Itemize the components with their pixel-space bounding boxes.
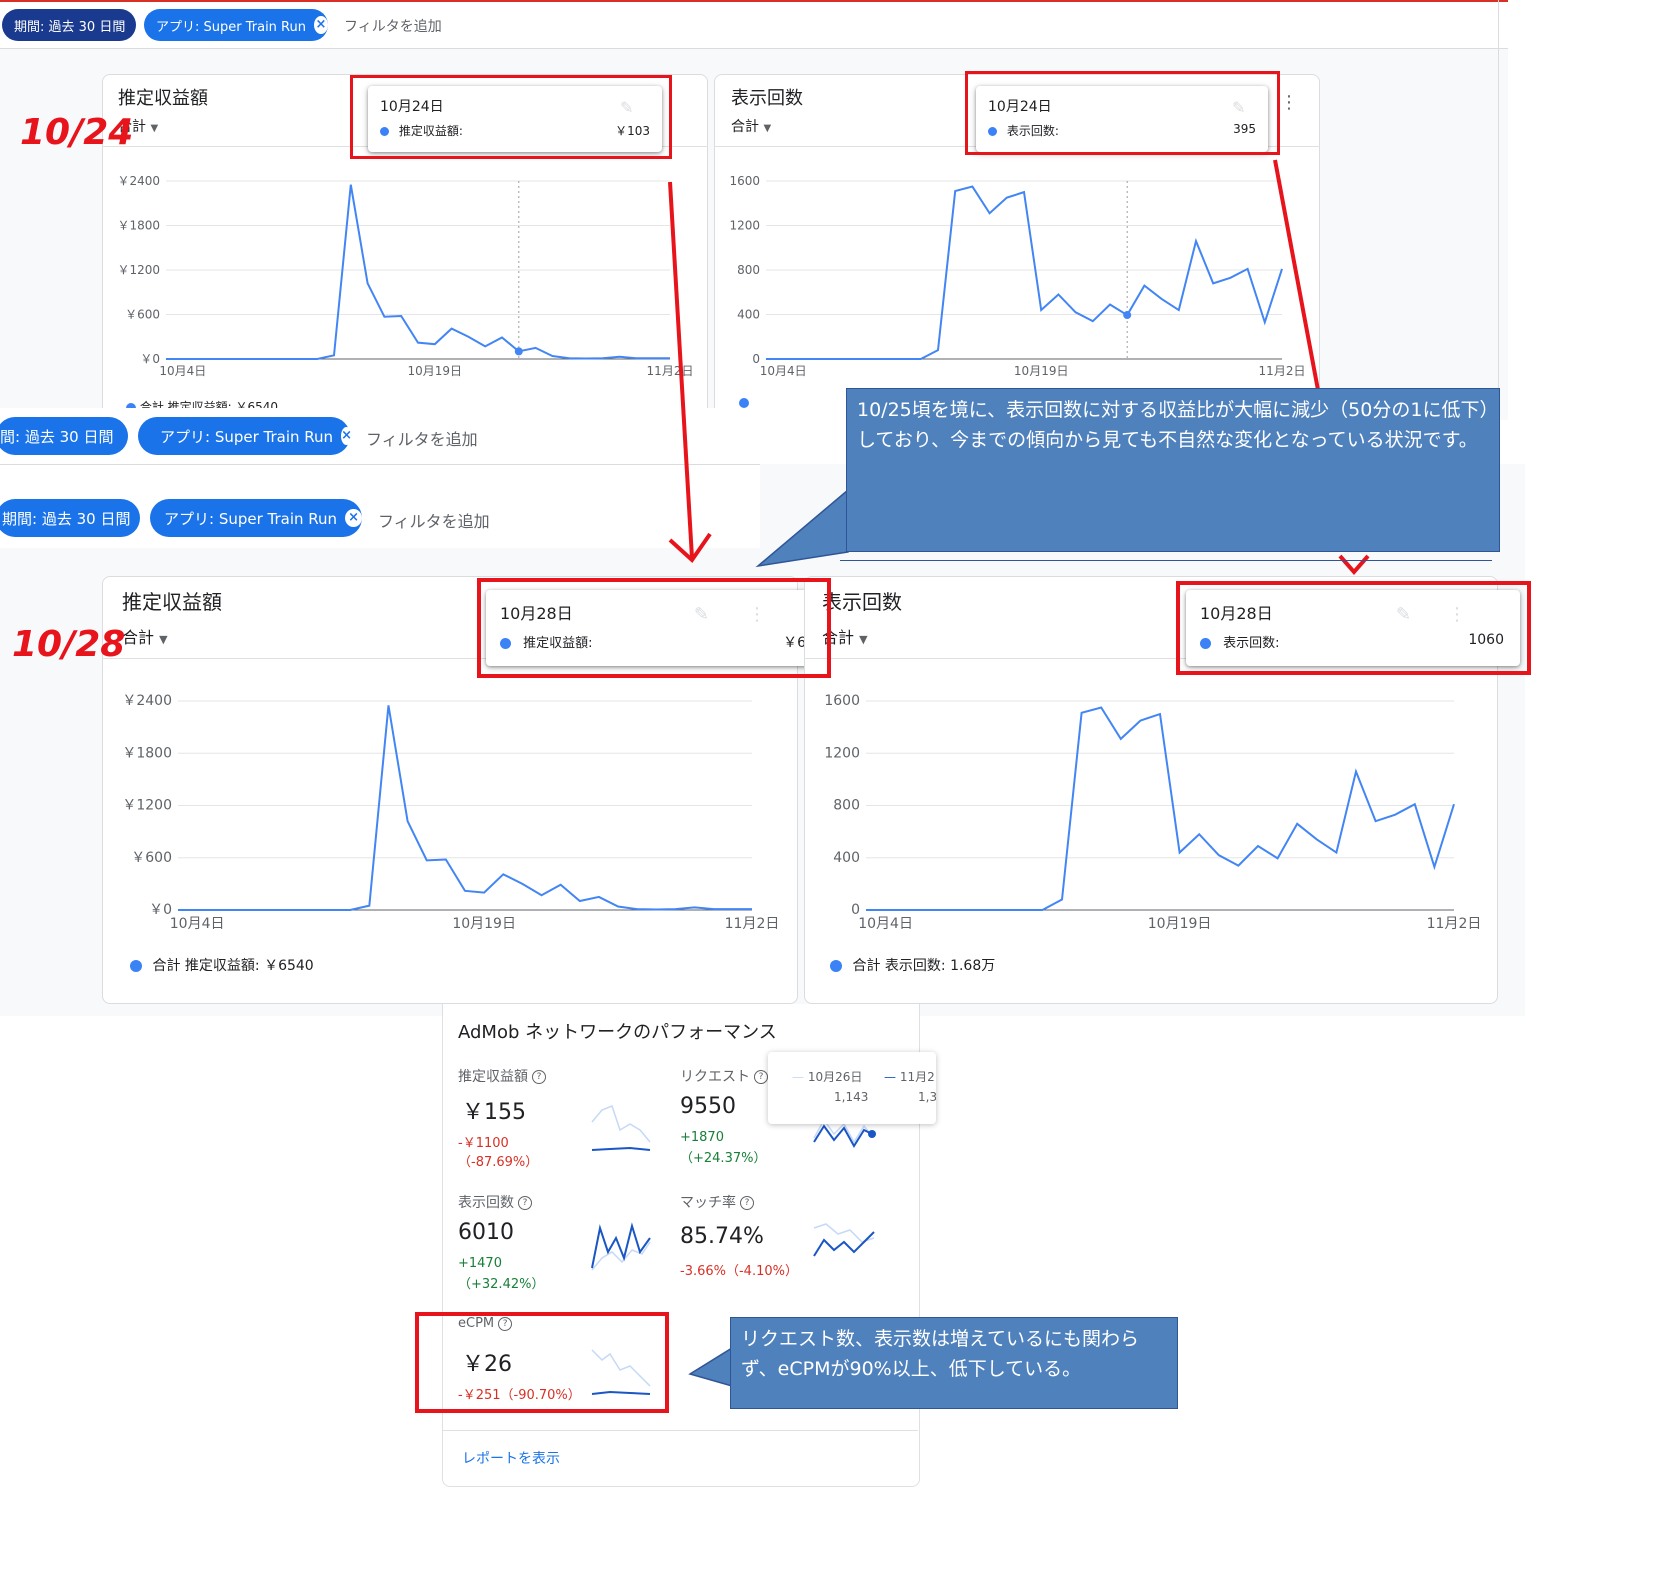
mini-tooltip-row1: — 10月26日 bbox=[792, 1070, 863, 1084]
metric-match-label: マッチ率? bbox=[680, 1192, 754, 1212]
metric-impressions-change: +1470 bbox=[458, 1256, 502, 1271]
arrow-line-right bbox=[1273, 159, 1320, 391]
mini-tooltip: — 10月26日 1,143 — 11月2 1,3 bbox=[768, 1052, 936, 1124]
highlight-ecpm bbox=[415, 1312, 669, 1413]
metric-revenue-change: -￥1100 bbox=[458, 1136, 509, 1151]
sparkline-impressions bbox=[591, 1222, 651, 1271]
admob-divider bbox=[442, 1430, 918, 1431]
metric-impressions-label: 表示回数? bbox=[458, 1192, 532, 1212]
help-icon[interactable]: ? bbox=[518, 1196, 532, 1210]
metric-revenue-pct: （-87.69%） bbox=[458, 1155, 539, 1170]
help-icon[interactable]: ? bbox=[532, 1070, 546, 1084]
metric-impressions-pct: （+32.42%） bbox=[458, 1277, 545, 1292]
callout-pointer-ratio bbox=[755, 488, 849, 568]
metric-match-value: 85.74% bbox=[680, 1224, 764, 1249]
legend-line-light: — bbox=[792, 1070, 804, 1084]
arrow-head-right bbox=[1338, 554, 1370, 576]
callout-underline bbox=[840, 560, 1492, 561]
metric-requests-label: リクエスト? bbox=[680, 1066, 768, 1086]
metric-requests-pct: （+24.37%） bbox=[680, 1151, 767, 1166]
callout-ecpm: リクエスト数、表示数は増えているにも関わらず、eCPMが90%以上、低下している… bbox=[730, 1317, 1178, 1409]
metric-match-change: -3.66%（-4.10%） bbox=[680, 1264, 798, 1279]
admob-title: AdMob ネットワークのパフォーマンス bbox=[458, 1022, 777, 1043]
view-report-link[interactable]: レポートを表示 bbox=[462, 1448, 560, 1468]
mini-tooltip-v1: 1,143 bbox=[834, 1090, 869, 1104]
arrow-line-left bbox=[668, 181, 694, 559]
metric-revenue-value: ￥155 bbox=[462, 1100, 526, 1125]
callout-ratio: 10/25頃を境に、表示回数に対する収益比が大幅に減少（50分の1に低下）してお… bbox=[846, 388, 1500, 552]
metric-revenue-label: 推定収益額? bbox=[458, 1066, 546, 1086]
help-icon[interactable]: ? bbox=[740, 1196, 754, 1210]
mini-tooltip-v2: 1,3 bbox=[918, 1090, 936, 1104]
help-icon[interactable]: ? bbox=[754, 1070, 768, 1084]
metric-requests-value: 9550 bbox=[680, 1094, 736, 1119]
metric-requests-change: +1870 bbox=[680, 1130, 724, 1145]
legend-line-dark: — bbox=[884, 1070, 896, 1084]
mini-tooltip-row2: — 11月2 bbox=[884, 1070, 935, 1084]
sparkline-revenue bbox=[591, 1105, 651, 1151]
sparkline-match bbox=[813, 1223, 875, 1257]
metric-impressions-value: 6010 bbox=[458, 1220, 514, 1245]
